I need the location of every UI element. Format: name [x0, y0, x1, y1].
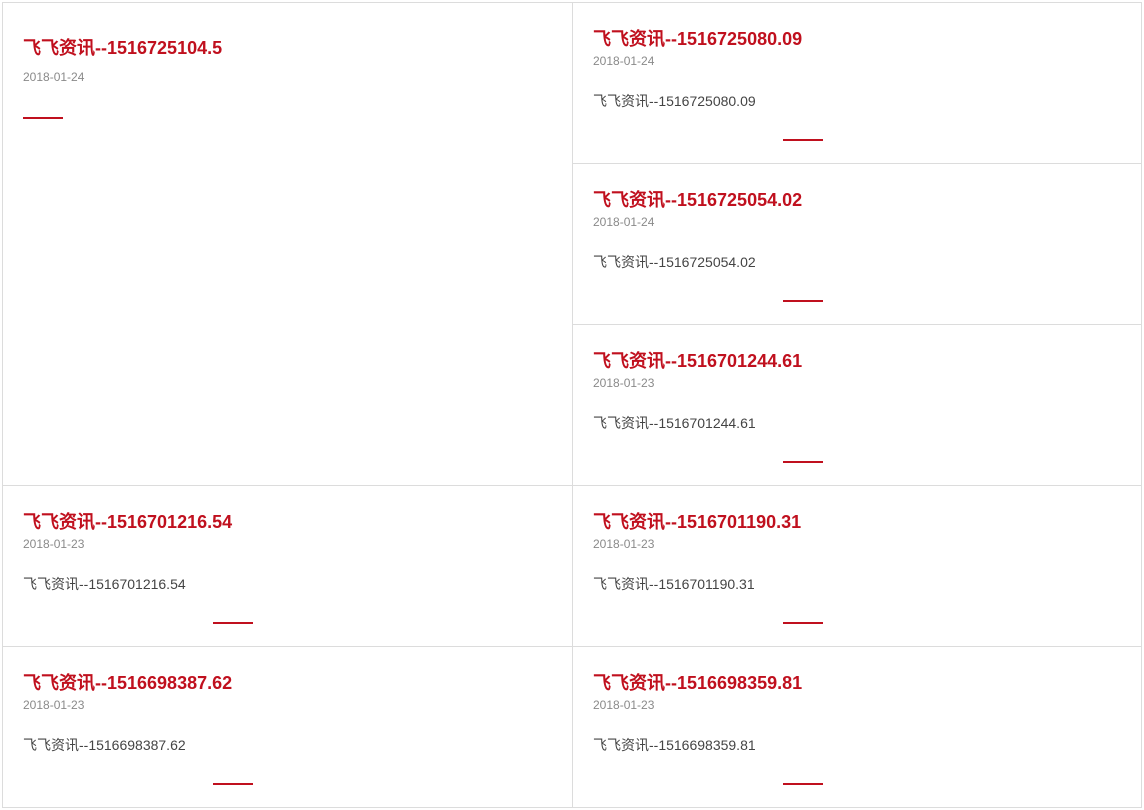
- article-summary: 飞飞资讯--1516698387.62: [23, 737, 186, 753]
- article-summary: 飞飞资讯--1516725054.02: [593, 254, 756, 270]
- article-title[interactable]: 飞飞资讯--1516698359.81: [593, 669, 802, 695]
- accent-line: [783, 139, 823, 141]
- article-date: 2018-01-23: [593, 698, 655, 712]
- article-date: 2018-01-24: [593, 54, 655, 68]
- featured-article-card[interactable]: 飞飞资讯--1516725104.5 2018-01-24: [2, 2, 573, 486]
- accent-line: [213, 783, 253, 785]
- article-card[interactable]: 飞飞资讯--1516698387.62 2018-01-23 飞飞资讯--151…: [2, 646, 573, 808]
- article-date: 2018-01-24: [23, 70, 85, 84]
- article-card[interactable]: 飞飞资讯--1516698359.81 2018-01-23 飞飞资讯--151…: [572, 646, 1142, 808]
- article-title[interactable]: 飞飞资讯--1516725054.02: [593, 186, 802, 212]
- article-title[interactable]: 飞飞资讯--1516725104.5: [23, 34, 222, 60]
- article-card[interactable]: 飞飞资讯--1516725080.09 2018-01-24 飞飞资讯--151…: [572, 2, 1142, 164]
- article-date: 2018-01-24: [593, 215, 655, 229]
- accent-line: [213, 622, 253, 624]
- article-title[interactable]: 飞飞资讯--1516725080.09: [593, 25, 802, 51]
- article-card[interactable]: 飞飞资讯--1516701244.61 2018-01-23 飞飞资讯--151…: [572, 324, 1142, 486]
- article-summary: 飞飞资讯--1516698359.81: [593, 737, 756, 753]
- accent-line: [23, 117, 63, 119]
- article-date: 2018-01-23: [23, 698, 85, 712]
- accent-line: [783, 461, 823, 463]
- article-card[interactable]: 飞飞资讯--1516701216.54 2018-01-23 飞飞资讯--151…: [2, 485, 573, 647]
- article-summary: 飞飞资讯--1516701216.54: [23, 576, 186, 592]
- article-title[interactable]: 飞飞资讯--1516701216.54: [23, 508, 232, 534]
- article-date: 2018-01-23: [593, 537, 655, 551]
- article-date: 2018-01-23: [23, 537, 85, 551]
- article-card[interactable]: 飞飞资讯--1516701190.31 2018-01-23 飞飞资讯--151…: [572, 485, 1142, 647]
- article-card[interactable]: 飞飞资讯--1516725054.02 2018-01-24 飞飞资讯--151…: [572, 163, 1142, 325]
- article-title[interactable]: 飞飞资讯--1516698387.62: [23, 669, 232, 695]
- article-title[interactable]: 飞飞资讯--1516701244.61: [593, 347, 802, 373]
- article-summary: 飞飞资讯--1516725080.09: [593, 93, 756, 109]
- article-grid: 飞飞资讯--1516725104.5 2018-01-24 飞飞资讯--1516…: [2, 2, 1142, 810]
- accent-line: [783, 783, 823, 785]
- accent-line: [783, 622, 823, 624]
- article-summary: 飞飞资讯--1516701244.61: [593, 415, 756, 431]
- article-summary: 飞飞资讯--1516701190.31: [593, 576, 755, 592]
- article-title[interactable]: 飞飞资讯--1516701190.31: [593, 508, 801, 534]
- accent-line: [783, 300, 823, 302]
- article-date: 2018-01-23: [593, 376, 655, 390]
